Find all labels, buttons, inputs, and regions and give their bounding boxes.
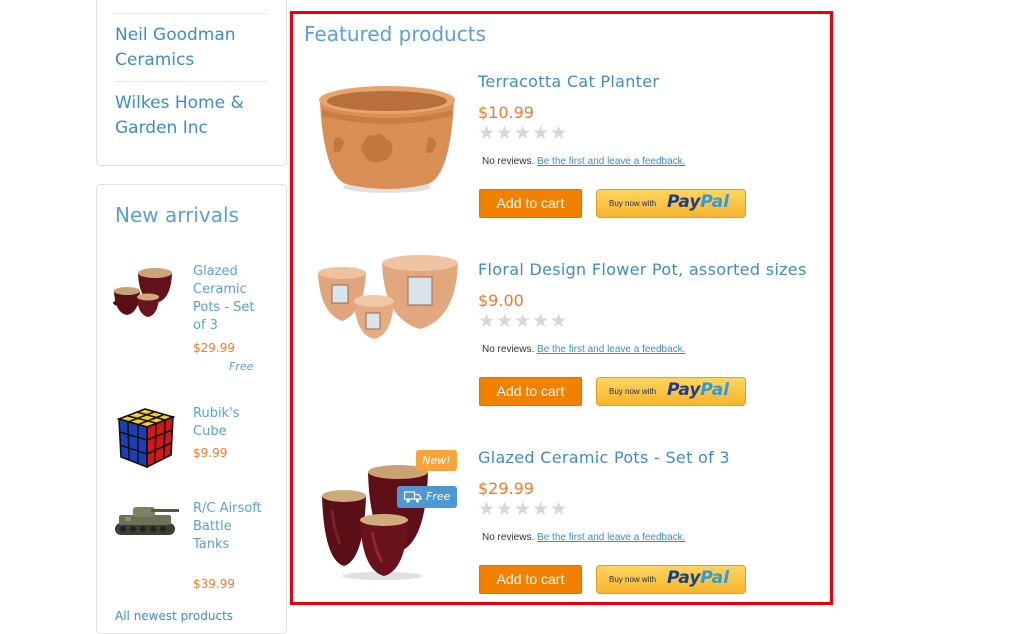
- arrival-name-ceramic-pots[interactable]: Glazed Ceramic Pots - Set of 3: [193, 263, 263, 335]
- product-name-terracotta-cat-planter[interactable]: Terracotta Cat Planter: [478, 72, 659, 91]
- leave-feedback-link[interactable]: Be the first and leave a feedback.: [537, 156, 685, 167]
- rating-stars[interactable]: ★★★★★: [478, 312, 568, 332]
- arrival-free-shipping: Free: [229, 360, 254, 373]
- arrival-name-rubiks-cube[interactable]: Rubik's Cube: [193, 405, 263, 441]
- new-badge: New!: [416, 450, 457, 471]
- paypal-logo: PayPal: [667, 192, 730, 212]
- no-reviews-text: No reviews.: [482, 156, 535, 167]
- product-image-floral-flower-pot[interactable]: [312, 255, 462, 375]
- arrival-image-ceramic-pots[interactable]: [111, 263, 181, 333]
- add-to-cart-button[interactable]: Add to cart: [479, 189, 582, 218]
- arrival-image-battle-tank[interactable]: [111, 497, 181, 567]
- no-reviews-text: No reviews.: [482, 532, 535, 543]
- paypal-logo: PayPal: [667, 568, 730, 588]
- leave-feedback-link[interactable]: Be the first and leave a feedback.: [537, 344, 685, 355]
- rating-stars[interactable]: ★★★★★: [478, 124, 568, 144]
- arrival-price: $39.99: [193, 577, 235, 591]
- product-name-glazed-ceramic-pots[interactable]: Glazed Ceramic Pots - Set of 3: [478, 448, 730, 467]
- paypal-buy-now-text: Buy now with: [609, 575, 657, 584]
- brand-link-wilkes[interactable]: Wilkes Home & Garden Inc: [115, 91, 255, 141]
- product-price: $29.99: [478, 479, 534, 498]
- no-reviews-text: No reviews.: [482, 344, 535, 355]
- product-image-terracotta-cat-planter[interactable]: [312, 80, 462, 200]
- arrival-name-battle-tank[interactable]: R/C Airsoft Battle Tanks: [193, 500, 263, 554]
- leave-feedback-link[interactable]: Be the first and leave a feedback.: [537, 532, 685, 543]
- all-newest-products-link[interactable]: All newest products: [115, 609, 233, 623]
- paypal-buy-now-button[interactable]: Buy now with PayPal: [596, 565, 746, 594]
- featured-products-title: Featured products: [304, 22, 486, 46]
- truck-icon: [404, 491, 422, 503]
- free-shipping-badge: Free: [397, 486, 457, 508]
- rating-stars[interactable]: ★★★★★: [478, 500, 568, 520]
- new-arrivals-box: New arrivals Glazed Ceramic Pots - Set o…: [96, 184, 287, 634]
- brand-link-neil-goodman[interactable]: Neil Goodman Ceramics: [115, 23, 255, 73]
- paypal-logo: PayPal: [667, 380, 730, 400]
- paypal-buy-now-text: Buy now with: [609, 199, 657, 208]
- arrival-price: $29.99: [193, 341, 235, 355]
- add-to-cart-button[interactable]: Add to cart: [479, 377, 582, 406]
- add-to-cart-button[interactable]: Add to cart: [479, 565, 582, 594]
- paypal-buy-now-button[interactable]: Buy now with PayPal: [596, 377, 746, 406]
- brand-divider: [115, 81, 267, 82]
- reviews-line: No reviews. Be the first and leave a fee…: [482, 344, 685, 355]
- reviews-line: No reviews. Be the first and leave a fee…: [482, 156, 685, 167]
- product-image-glazed-ceramic-pots[interactable]: [312, 460, 462, 580]
- paypal-buy-now-text: Buy now with: [609, 387, 657, 396]
- brand-divider: [115, 13, 267, 14]
- product-name-floral-flower-pot[interactable]: Floral Design Flower Pot, assorted sizes: [478, 260, 807, 279]
- arrival-image-rubiks-cube[interactable]: [111, 401, 181, 471]
- paypal-buy-now-button[interactable]: Buy now with PayPal: [596, 189, 746, 218]
- arrival-price: $9.99: [193, 446, 228, 460]
- reviews-line: No reviews. Be the first and leave a fee…: [482, 532, 685, 543]
- product-price: $10.99: [478, 103, 534, 122]
- product-price: $9.00: [478, 291, 524, 310]
- brands-box: Neil Goodman Ceramics Wilkes Home & Gard…: [96, 0, 287, 166]
- new-arrivals-title: New arrivals: [115, 203, 239, 227]
